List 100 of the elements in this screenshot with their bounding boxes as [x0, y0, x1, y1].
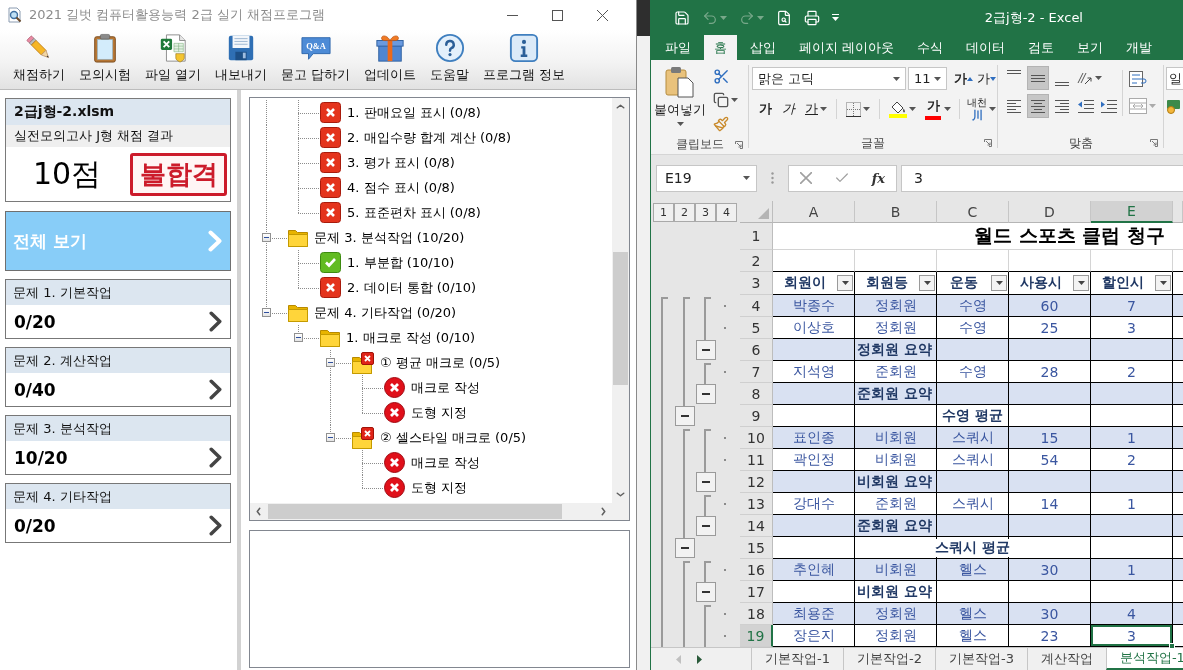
- dialog-launcher-icon[interactable]: [1150, 139, 1158, 147]
- row-header[interactable]: 7: [740, 361, 773, 383]
- column-header[interactable]: C: [937, 201, 1009, 223]
- toolbar-button[interactable]: 모의시험: [72, 30, 138, 89]
- tree-item[interactable]: 5. 표준편차 표시 (0/8): [347, 203, 481, 222]
- decrease-font-button[interactable]: 가: [976, 67, 997, 90]
- row-header[interactable]: 5: [740, 317, 773, 339]
- section-card[interactable]: 문제 3. 분석작업 10/20: [5, 415, 231, 475]
- outline-level-button[interactable]: 2: [674, 202, 695, 222]
- filter-button[interactable]: [991, 275, 1007, 291]
- horizontal-align-button[interactable]: [1027, 94, 1049, 118]
- section-card[interactable]: 문제 2. 계산작업 0/40: [5, 347, 231, 407]
- dialog-launcher-icon[interactable]: [735, 140, 743, 149]
- tree-item[interactable]: 도형 지정: [411, 478, 468, 497]
- filter-button[interactable]: [919, 275, 935, 291]
- toolbar-button[interactable]: 도움말: [423, 30, 477, 89]
- toolbar-button[interactable]: Q&A 묻고 답하기: [274, 30, 358, 89]
- toolbar-button[interactable]: 프로그램 정보: [476, 30, 573, 89]
- toolbar-button[interactable]: 파일 열기: [138, 30, 209, 89]
- toolbar-button[interactable]: 내보내기: [208, 30, 275, 89]
- outline-level-button[interactable]: 1: [653, 202, 674, 222]
- row-header[interactable]: 10: [740, 427, 773, 449]
- sheet-tab[interactable]: 기본작업-2: [842, 648, 935, 670]
- toolbar-button[interactable]: 업데이트: [357, 30, 424, 89]
- tree-item[interactable]: 2. 매입수량 합계 계산 (0/8): [347, 128, 511, 147]
- collapse-button[interactable]: [696, 582, 716, 602]
- row-header[interactable]: 1: [740, 223, 773, 250]
- row-header[interactable]: 14: [740, 515, 773, 537]
- collapse-button[interactable]: [326, 357, 335, 367]
- tree-item[interactable]: 3. 평가 표시 (0/8): [347, 153, 455, 172]
- collapse-button[interactable]: [675, 538, 695, 558]
- filter-button[interactable]: [1155, 275, 1171, 291]
- phonetic-guide-button[interactable]: 내천 川: [965, 95, 998, 123]
- tree-item[interactable]: 2. 데이터 통합 (0/10): [347, 278, 477, 297]
- tree-item[interactable]: 4. 점수 표시 (0/8): [347, 178, 455, 197]
- row-header[interactable]: 17: [740, 581, 773, 603]
- column-header[interactable]: D: [1009, 201, 1091, 223]
- outline-level-button[interactable]: 4: [716, 202, 737, 222]
- insert-function-button[interactable]: fx: [871, 170, 886, 186]
- sheet-tab[interactable]: 기본작업-1: [751, 648, 843, 670]
- section-card[interactable]: 문제 1. 기본작업 0/20: [5, 279, 231, 339]
- collapse-button[interactable]: [294, 332, 303, 342]
- column-header[interactable]: B: [855, 201, 937, 223]
- tree-item[interactable]: 매크로 작성: [411, 378, 481, 397]
- collapse-button[interactable]: [696, 472, 716, 492]
- ribbon-tab[interactable]: 검토: [1018, 35, 1065, 60]
- row-header[interactable]: 15: [740, 537, 773, 559]
- underline-button[interactable]: 가: [801, 98, 831, 120]
- collapse-button[interactable]: [675, 406, 695, 426]
- ribbon-tab[interactable]: 홈: [704, 35, 737, 60]
- collapse-button[interactable]: [262, 232, 271, 242]
- tree-item[interactable]: ② 셀스타일 매크로 (0/5): [380, 428, 527, 447]
- row-header[interactable]: 11: [740, 449, 773, 471]
- toolbar-button[interactable]: 채점하기: [6, 30, 72, 89]
- font-name-dropdown[interactable]: 맑은 고딕: [752, 67, 906, 90]
- italic-button[interactable]: 가: [778, 98, 799, 120]
- filter-button[interactable]: [837, 275, 853, 291]
- collapse-button[interactable]: [326, 432, 335, 442]
- tree-item[interactable]: 매크로 작성: [411, 453, 481, 472]
- row-header[interactable]: 19: [740, 625, 773, 647]
- row-header[interactable]: 9: [740, 405, 773, 427]
- tree-item[interactable]: 1. 부분합 (10/10): [347, 253, 455, 272]
- increase-font-button[interactable]: 가: [953, 67, 974, 90]
- row-header[interactable]: 6: [740, 339, 773, 361]
- tree-item[interactable]: 1. 판매요일 표시 (0/8): [347, 103, 481, 122]
- cancel-button[interactable]: [799, 172, 812, 184]
- section-card[interactable]: 문제 4. 기타작업 0/20: [5, 483, 231, 543]
- paste-button[interactable]: 붙여넣기: [651, 64, 709, 135]
- vertical-align-button[interactable]: [1027, 66, 1049, 90]
- sheet-tab[interactable]: 기본작업-3: [934, 648, 1027, 670]
- row-header[interactable]: 18: [740, 603, 773, 625]
- ribbon-tab[interactable]: 보기: [1067, 35, 1114, 60]
- ribbon-tab[interactable]: 수식: [907, 35, 954, 60]
- row-header[interactable]: 2: [740, 250, 773, 272]
- tree-item[interactable]: 문제 3. 분석작업 (10/20): [314, 228, 465, 247]
- sheet-tab[interactable]: 계산작업: [1026, 648, 1106, 670]
- collapse-button[interactable]: [696, 384, 716, 404]
- tree-item[interactable]: ① 평균 매크로 (0/5): [380, 353, 501, 372]
- ribbon-tab[interactable]: 페이지 레이아웃: [789, 35, 905, 60]
- tree-item[interactable]: 문제 4. 기타작업 (0/20): [314, 303, 457, 322]
- row-header[interactable]: 4: [740, 295, 773, 317]
- row-header[interactable]: 13: [740, 493, 773, 515]
- dialog-launcher-icon[interactable]: [984, 139, 992, 147]
- ribbon-tab[interactable]: 삽입: [740, 35, 786, 60]
- formula-input[interactable]: 3: [901, 164, 1183, 192]
- row-header[interactable]: 3: [740, 272, 773, 295]
- column-header[interactable]: A: [773, 201, 855, 223]
- ribbon-tab[interactable]: 개발: [1116, 35, 1163, 60]
- number-format-dropdown[interactable]: 일: [1166, 67, 1183, 90]
- collapse-button[interactable]: [696, 516, 716, 536]
- collapse-button[interactable]: [262, 307, 271, 317]
- ribbon-tab[interactable]: 데이터: [956, 35, 1016, 60]
- fill-handle[interactable]: [1169, 643, 1175, 649]
- scrollbar-thumb[interactable]: [613, 252, 628, 385]
- font-color-button[interactable]: 가: [922, 97, 954, 121]
- tree-item[interactable]: 1. 매크로 작성 (0/10): [346, 328, 476, 347]
- row-header[interactable]: 8: [740, 383, 773, 405]
- next-sheet-button[interactable]: [697, 654, 702, 664]
- ribbon-tab[interactable]: 파일: [655, 35, 701, 60]
- outline-level-button[interactable]: 3: [695, 202, 716, 222]
